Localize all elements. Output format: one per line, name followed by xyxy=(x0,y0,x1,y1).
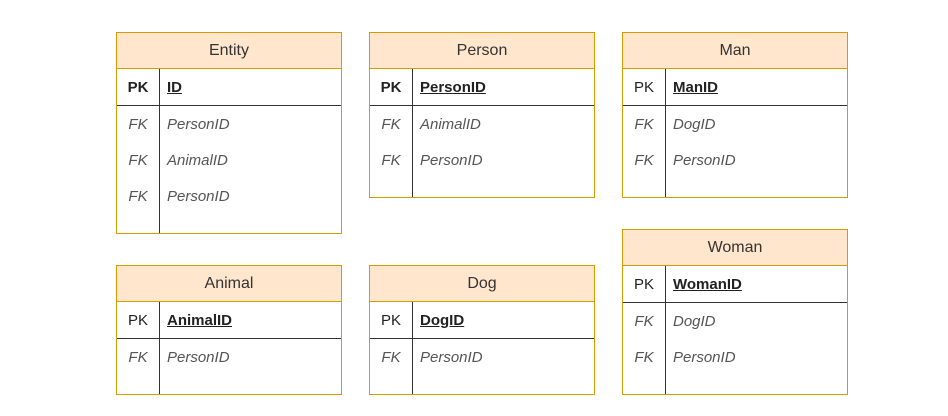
pk-row: PK DogID xyxy=(370,302,594,339)
pk-field: ManID xyxy=(673,78,718,96)
fk-field: PersonID xyxy=(167,187,230,205)
woman-table[interactable]: Woman PK WomanID FK DogID FK PersonID xyxy=(622,229,848,395)
fk-label: FK xyxy=(128,115,148,133)
fk-row: FK PersonID xyxy=(623,339,847,375)
fk-label: FK xyxy=(381,151,401,169)
pk-label: PK xyxy=(380,311,401,329)
pk-field: AnimalID xyxy=(167,311,233,329)
fk-field: PersonID xyxy=(673,348,736,366)
fk-field: PersonID xyxy=(420,151,483,169)
fk-label: FK xyxy=(634,348,654,366)
pk-row: PK ManID xyxy=(623,69,847,106)
fk-label: FK xyxy=(634,151,654,169)
fk-field: PersonID xyxy=(167,115,230,133)
table-title: Entity xyxy=(117,33,341,69)
fk-field: DogID xyxy=(673,312,716,330)
pk-row: PK WomanID xyxy=(623,266,847,303)
table-title: Animal xyxy=(117,266,341,302)
fk-row: FK PersonID xyxy=(117,178,341,214)
pk-label: PK xyxy=(127,78,149,96)
fk-field: AnimalID xyxy=(420,115,481,133)
pk-label: PK xyxy=(127,311,148,329)
pk-row: PK AnimalID xyxy=(117,302,341,339)
fk-field: PersonID xyxy=(673,151,736,169)
fk-row: FK PersonID xyxy=(117,339,341,375)
fk-label: FK xyxy=(128,187,148,205)
fk-field: PersonID xyxy=(420,348,483,366)
table-title: Man xyxy=(623,33,847,69)
pk-label: PK xyxy=(633,78,654,96)
fk-row: FK PersonID xyxy=(117,106,341,142)
fk-row: FK AnimalID xyxy=(117,142,341,178)
fk-label: FK xyxy=(381,348,401,366)
table-title: Person xyxy=(370,33,594,69)
fk-row: FK PersonID xyxy=(623,142,847,178)
pk-field: WomanID xyxy=(673,275,742,293)
table-title: Dog xyxy=(370,266,594,302)
pk-field: DogID xyxy=(420,311,465,329)
dog-table[interactable]: Dog PK DogID FK PersonID xyxy=(369,265,595,395)
man-table[interactable]: Man PK ManID FK DogID FK PersonID xyxy=(622,32,848,198)
fk-field: AnimalID xyxy=(167,151,228,169)
fk-row: FK AnimalID xyxy=(370,106,594,142)
table-title: Woman xyxy=(623,230,847,266)
pk-label: PK xyxy=(633,275,654,293)
animal-table[interactable]: Animal PK AnimalID FK PersonID xyxy=(116,265,342,395)
fk-label: FK xyxy=(381,115,401,133)
fk-label: FK xyxy=(128,348,148,366)
fk-label: FK xyxy=(128,151,148,169)
pk-row: PK PersonID xyxy=(370,69,594,106)
fk-label: FK xyxy=(634,115,654,133)
fk-label: FK xyxy=(634,312,654,330)
pk-row: PK ID xyxy=(117,69,341,106)
fk-field: DogID xyxy=(673,115,716,133)
pk-field: ID xyxy=(167,78,182,96)
fk-field: PersonID xyxy=(167,348,230,366)
fk-row: FK DogID xyxy=(623,303,847,339)
fk-row: FK PersonID xyxy=(370,142,594,178)
fk-row: FK DogID xyxy=(623,106,847,142)
pk-label: PK xyxy=(380,78,402,96)
entity-table[interactable]: Entity PK ID FK PersonID FK AnimalID FK … xyxy=(116,32,342,234)
fk-row: FK PersonID xyxy=(370,339,594,375)
pk-field: PersonID xyxy=(420,78,486,96)
person-table[interactable]: Person PK PersonID FK AnimalID FK Person… xyxy=(369,32,595,198)
